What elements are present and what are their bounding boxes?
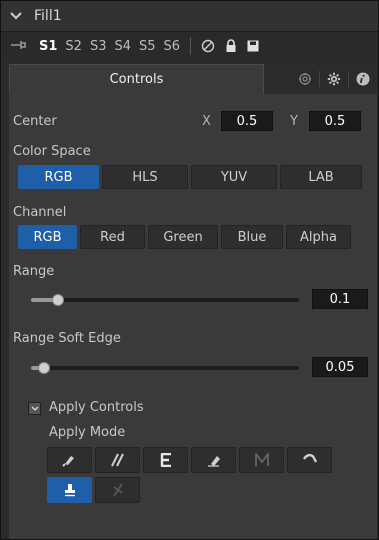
color-space-rgb-button[interactable]: RGB	[18, 165, 99, 189]
apply-mode-merge-button[interactable]	[95, 447, 140, 473]
chevron-down-icon[interactable]	[10, 9, 24, 24]
apply-controls-label: Apply Controls	[49, 400, 144, 415]
range-soft-edge-label: Range Soft Edge	[13, 331, 121, 346]
version-slot-4[interactable]: S4	[114, 39, 131, 54]
channel-rgb-button[interactable]: RGB	[18, 225, 77, 249]
apply-mode-normal-button[interactable]	[47, 447, 92, 473]
color-space-yuv-button[interactable]: YUV	[191, 165, 277, 189]
paint-brush-icon	[61, 456, 74, 467]
version-slot-3[interactable]: S3	[90, 39, 107, 54]
node-title: Fill1	[34, 8, 62, 24]
color-space-label: Color Space	[13, 144, 91, 159]
apply-mode-stamp-button[interactable]	[47, 477, 92, 503]
range-soft-edge-input[interactable]: 0.05	[312, 357, 368, 377]
apply-mode-row-2	[47, 477, 143, 503]
apply-mode-emboss-button[interactable]	[143, 447, 188, 473]
tab-controls[interactable]: Controls	[9, 64, 264, 94]
version-toolbar: S1 S2 S3 S4 S5 S6	[1, 32, 378, 60]
tab-info-icon[interactable]	[349, 68, 377, 90]
version-slot-1[interactable]: S1	[39, 39, 57, 54]
channel-alpha-button[interactable]: Alpha	[286, 225, 351, 249]
tab-settings-gear-icon[interactable]	[320, 68, 348, 90]
stamp-icon	[64, 484, 75, 497]
node-title-bar[interactable]: Fill1	[1, 1, 378, 32]
version-slot-2[interactable]: S2	[65, 39, 82, 54]
apply-mode-multiply-button[interactable]	[239, 447, 284, 473]
range-soft-edge-slider-handle[interactable]	[38, 362, 51, 374]
toolbar-divider	[190, 37, 192, 55]
center-y-label: Y	[290, 114, 298, 129]
color-space-lab-button[interactable]: LAB	[280, 165, 362, 189]
tab-modifiers-icon[interactable]	[291, 68, 319, 90]
channel-green-button[interactable]: Green	[148, 225, 218, 249]
channel-red-button[interactable]: Red	[80, 225, 145, 249]
multiply-m-icon	[254, 453, 269, 466]
center-x-input[interactable]: 0.5	[221, 111, 273, 131]
apply-mode-wipe-button[interactable]	[287, 447, 332, 473]
channel-selector: RGB Red Green Blue Alpha	[18, 225, 351, 249]
range-slider-track[interactable]	[31, 298, 299, 302]
tab-controls-label: Controls	[109, 72, 164, 87]
range-input[interactable]: 0.1	[312, 289, 368, 309]
smear-icon	[302, 453, 317, 463]
lock-icon[interactable]	[225, 39, 237, 53]
channel-blue-button[interactable]: Blue	[221, 225, 283, 249]
version-slot-5[interactable]: S5	[139, 39, 156, 54]
color-space-hls-button[interactable]: HLS	[102, 165, 188, 189]
apply-controls-toggle[interactable]	[28, 402, 41, 415]
center-x-label: X	[202, 114, 211, 129]
range-slider-handle[interactable]	[51, 294, 64, 306]
chevron-down-icon	[31, 406, 38, 411]
range-soft-edge-slider-track[interactable]	[31, 366, 299, 370]
save-icon[interactable]	[247, 40, 259, 52]
version-slot-6[interactable]: S6	[164, 39, 181, 54]
bypass-icon[interactable]	[201, 39, 215, 53]
apply-mode-row-1	[47, 447, 332, 473]
wire-removal-icon	[112, 483, 123, 497]
pin-icon[interactable]	[11, 39, 31, 53]
eraser-icon	[207, 456, 220, 467]
range-label: Range	[13, 264, 55, 279]
apply-mode-wire-button[interactable]	[95, 477, 140, 503]
center-y-input[interactable]: 0.5	[309, 111, 361, 131]
apply-mode-erase-button[interactable]	[191, 447, 236, 473]
merge-strokes-icon	[110, 453, 124, 467]
channel-label: Channel	[13, 205, 67, 220]
emboss-e-icon	[160, 453, 171, 467]
inspector-tabs: Controls	[9, 64, 377, 94]
center-label: Center	[13, 114, 57, 129]
inspector-panel: Fill1 S1 S2 S3 S4 S5 S6 Controls Center …	[0, 0, 379, 540]
tab-icon-group	[264, 64, 377, 94]
apply-mode-label: Apply Mode	[49, 425, 126, 440]
color-space-selector: RGB HLS YUV LAB	[18, 165, 362, 189]
controls-content: Center X 0.5 Y 0.5 Color Space RGB HLS Y…	[9, 94, 377, 539]
